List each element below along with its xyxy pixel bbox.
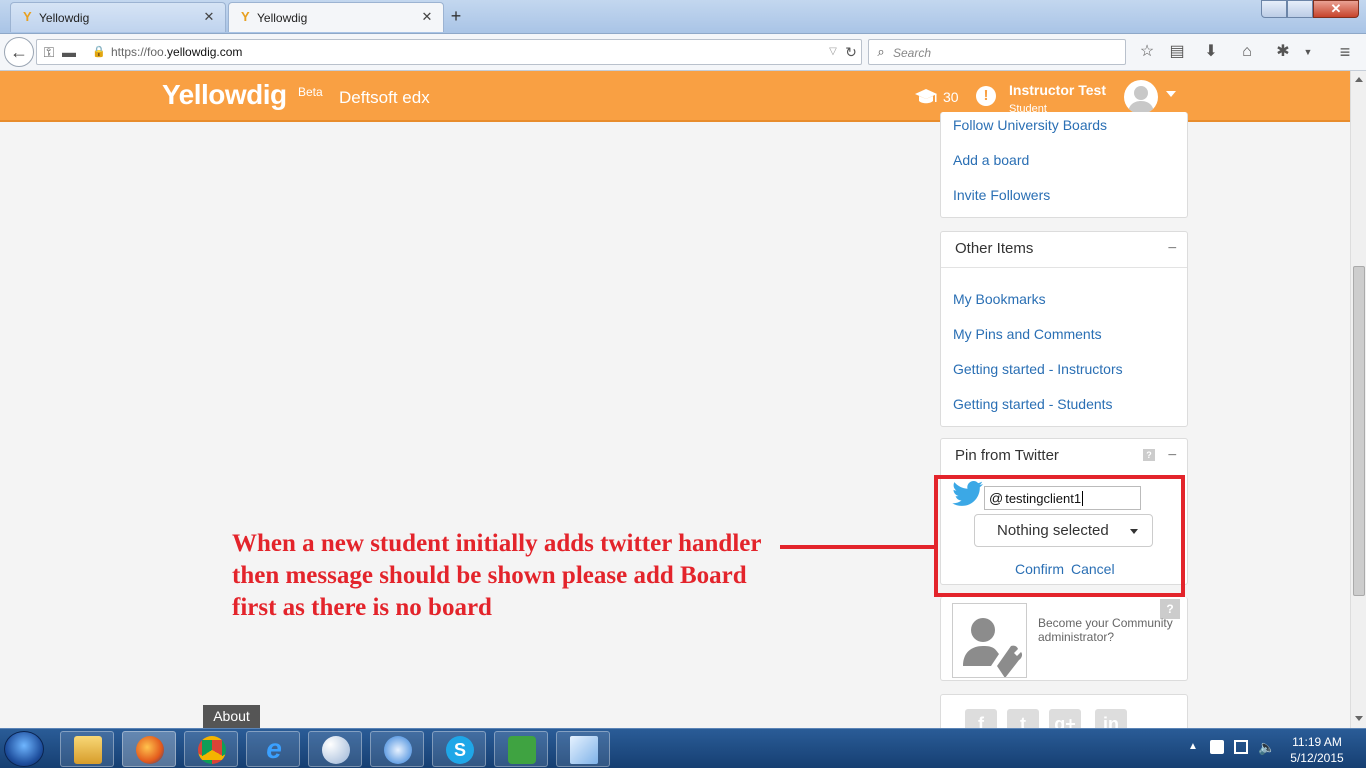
notes-taskbar-button[interactable] bbox=[556, 731, 610, 767]
reload-icon[interactable]: ↻ bbox=[841, 42, 861, 62]
volume-icon[interactable]: 🔈 bbox=[1258, 739, 1275, 756]
downloads-icon[interactable]: ⬇ bbox=[1200, 42, 1222, 64]
close-tab-icon[interactable]: ✕ bbox=[201, 9, 217, 25]
scroll-down-icon[interactable] bbox=[1355, 716, 1363, 721]
become-admin-text[interactable]: Become your Community administrator? bbox=[1038, 616, 1183, 644]
ie-taskbar-button[interactable]: e bbox=[246, 731, 300, 767]
yellowdig-logo[interactable]: Yellowdig bbox=[162, 79, 287, 111]
avatar[interactable] bbox=[1124, 80, 1158, 114]
url-text[interactable]: https://foo.yellowdig.com bbox=[111, 45, 242, 59]
new-tab-button[interactable]: + bbox=[446, 6, 466, 26]
start-button[interactable] bbox=[4, 731, 44, 767]
course-title[interactable]: Deftsoft edx bbox=[339, 88, 430, 108]
search-placeholder: Search bbox=[893, 46, 932, 60]
scroll-thumb[interactable] bbox=[1353, 266, 1365, 596]
addon-dropdown-icon[interactable]: ▼ bbox=[1297, 42, 1319, 64]
boards-panel: Follow University Boards Add a board Inv… bbox=[940, 112, 1188, 218]
browser-tab-title: Yellowdig bbox=[39, 10, 90, 25]
paint-taskbar-button[interactable] bbox=[308, 731, 362, 767]
browser-nav-bar: ⚿ ▬ 🔒 https://foo.yellowdig.com ▽ ↻ ← ⌕ … bbox=[0, 34, 1366, 71]
help-icon[interactable]: ? bbox=[1143, 449, 1155, 461]
annotation-text: When a new student initially adds twitte… bbox=[232, 530, 762, 621]
green-app-icon bbox=[508, 736, 536, 764]
firefox-icon bbox=[136, 736, 164, 764]
collapse-icon[interactable]: − bbox=[1168, 447, 1177, 465]
getting-started-instructors-link[interactable]: Getting started - Instructors bbox=[953, 361, 1123, 377]
search-input[interactable]: ⌕ Search bbox=[868, 39, 1126, 65]
chrome-icon bbox=[198, 736, 226, 764]
notes-icon bbox=[570, 736, 598, 764]
safari-taskbar-button[interactable] bbox=[370, 731, 424, 767]
explorer-taskbar-button[interactable] bbox=[60, 731, 114, 767]
annotation-highlight-box bbox=[934, 475, 1185, 597]
menu-icon[interactable]: ≡ bbox=[1334, 42, 1356, 64]
skype-icon: S bbox=[446, 736, 474, 764]
browser-tab-bar: Y Yellowdig ✕ Y Yellowdig ✕ + ✕ bbox=[0, 0, 1366, 34]
collapse-icon[interactable]: − bbox=[1168, 240, 1177, 258]
points-count: 30 bbox=[943, 89, 959, 105]
windows-taskbar: e S ▲ 🔈 11:19 AM 5/12/2015 bbox=[0, 728, 1366, 768]
yellowdig-favicon-icon: Y bbox=[241, 9, 250, 24]
internet-explorer-icon: e bbox=[266, 733, 282, 764]
firefox-taskbar-button[interactable] bbox=[122, 731, 176, 767]
browser-tab-active[interactable]: Y Yellowdig ✕ bbox=[228, 2, 444, 32]
search-icon: ⌕ bbox=[877, 44, 885, 59]
user-name[interactable]: Instructor Test bbox=[1009, 82, 1106, 98]
address-bar[interactable]: ⚿ ▬ 🔒 https://foo.yellowdig.com ▽ ↻ bbox=[36, 39, 862, 65]
getting-started-students-link[interactable]: Getting started - Students bbox=[953, 396, 1113, 412]
other-items-panel: Other Items − My Bookmarks My Pins and C… bbox=[940, 231, 1188, 427]
invite-followers-link[interactable]: Invite Followers bbox=[953, 187, 1050, 203]
yellowdig-favicon-icon: Y bbox=[23, 9, 32, 24]
browser-tab[interactable]: Y Yellowdig ✕ bbox=[10, 2, 226, 32]
other-items-title: Other Items bbox=[955, 240, 1034, 257]
paint-icon bbox=[322, 736, 350, 764]
network-icon[interactable] bbox=[1234, 740, 1248, 754]
bookmarks-list-icon[interactable]: ▤ bbox=[1166, 42, 1188, 64]
home-icon[interactable]: ⌂ bbox=[1236, 42, 1258, 64]
alert-icon[interactable]: ! bbox=[976, 86, 996, 106]
system-clock[interactable]: 11:19 AM 5/12/2015 bbox=[1282, 734, 1352, 766]
show-hidden-icons[interactable]: ▲ bbox=[1188, 741, 1198, 752]
odnoklassniki-taskbar-button[interactable] bbox=[494, 731, 548, 767]
lock-icon: 🔒 bbox=[92, 46, 106, 58]
clock-date: 5/12/2015 bbox=[1290, 751, 1344, 765]
beta-label: Beta bbox=[298, 85, 323, 99]
folder-icon bbox=[74, 736, 102, 764]
addon-icon[interactable]: ✱ bbox=[1272, 42, 1294, 64]
graduation-cap-icon bbox=[915, 89, 937, 104]
follow-university-boards-link[interactable]: Follow University Boards bbox=[953, 117, 1107, 133]
skype-taskbar-button[interactable]: S bbox=[432, 731, 486, 767]
minimize-window-button[interactable] bbox=[1261, 0, 1287, 18]
dropdown-icon[interactable]: ▽ bbox=[823, 42, 843, 62]
page-scrollbar[interactable] bbox=[1350, 71, 1366, 728]
reader-icon[interactable]: ▬ bbox=[59, 42, 79, 62]
scroll-up-icon[interactable] bbox=[1355, 77, 1363, 82]
about-tab[interactable]: About bbox=[203, 705, 260, 728]
safari-icon bbox=[384, 736, 412, 764]
pin-from-twitter-header: Pin from Twitter ? − bbox=[941, 439, 1187, 475]
back-button[interactable]: ← bbox=[4, 37, 34, 67]
browser-tab-title: Yellowdig bbox=[257, 10, 308, 25]
annotation-connector-line bbox=[780, 545, 936, 549]
admin-image bbox=[952, 603, 1027, 678]
maximize-window-button[interactable] bbox=[1287, 0, 1313, 18]
admin-wrench-icon bbox=[963, 618, 1023, 678]
close-tab-icon[interactable]: ✕ bbox=[419, 9, 435, 25]
key-icon[interactable]: ⚿ bbox=[39, 42, 59, 62]
my-bookmarks-link[interactable]: My Bookmarks bbox=[953, 291, 1046, 307]
my-pins-comments-link[interactable]: My Pins and Comments bbox=[953, 326, 1102, 342]
action-center-icon[interactable] bbox=[1210, 740, 1224, 754]
add-board-link[interactable]: Add a board bbox=[953, 152, 1029, 168]
bookmark-star-icon[interactable]: ☆ bbox=[1136, 42, 1158, 64]
user-silhouette-icon bbox=[1128, 86, 1154, 114]
close-window-button[interactable]: ✕ bbox=[1313, 0, 1359, 18]
clock-time: 11:19 AM bbox=[1292, 735, 1342, 749]
pin-from-twitter-title: Pin from Twitter bbox=[955, 447, 1059, 464]
user-menu-caret-icon[interactable] bbox=[1166, 91, 1176, 97]
chrome-taskbar-button[interactable] bbox=[184, 731, 238, 767]
other-items-header: Other Items − bbox=[941, 232, 1187, 268]
